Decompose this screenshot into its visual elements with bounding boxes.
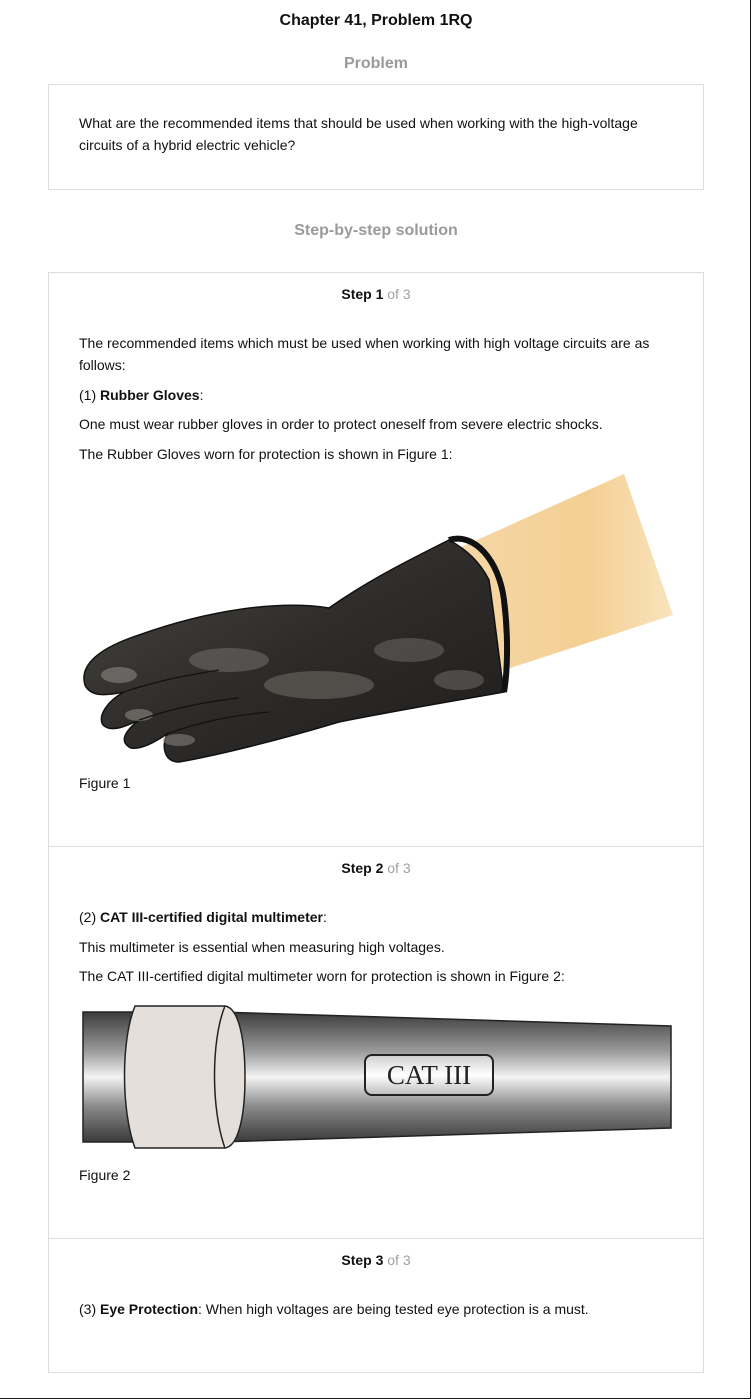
problem-heading: Problem [343, 55, 408, 72]
step-3-item-suffix: : When high voltages are being tested ey… [198, 1301, 589, 1317]
page-title: Chapter 41, Problem 1RQ [279, 12, 473, 29]
step-1-item: (1) Rubber Gloves: [79, 384, 679, 406]
step-2-label: Step 2 [341, 860, 384, 876]
cat-iii-probe-figure: CAT III [82, 1005, 672, 1149]
step-2-item-prefix: (2) [79, 909, 100, 925]
rubber-glove-figure [83, 474, 673, 763]
solution-heading: Step-by-step solution [294, 222, 458, 239]
step-1-header: Step 1 of 3 [0, 286, 752, 302]
figure-1-caption: Figure 1 [79, 775, 131, 791]
figure-2-caption: Figure 2 [79, 1167, 131, 1183]
step-3-item-name: Eye Protection [100, 1301, 199, 1317]
step-3-of: of 3 [387, 1252, 411, 1268]
step-1-of: of 3 [387, 286, 411, 302]
step-3-header: Step 3 of 3 [0, 1252, 752, 1268]
step-2-item-suffix: : [323, 909, 327, 925]
step-3-item-prefix: (3) [79, 1301, 100, 1317]
step-1-line-2: The Rubber Gloves worn for protection is… [79, 446, 453, 462]
step-3-item: (3) Eye Protection: When high voltages a… [79, 1298, 679, 1320]
step-1-intro: The recommended items which must be used… [79, 335, 650, 373]
step-2-line-2: The CAT III-certified digital multimeter… [79, 968, 565, 984]
step-divider-1 [48, 846, 704, 847]
problem-text: What are the recommended items that shou… [79, 115, 638, 153]
step-2-header: Step 2 of 3 [0, 860, 752, 876]
step-3-label: Step 3 [341, 1252, 384, 1268]
figure-2-label: CAT III [387, 1060, 471, 1090]
step-1-item-suffix: : [199, 387, 204, 403]
step-2-item-name: CAT III-certified digital multimeter [100, 909, 323, 925]
step-2-of: of 3 [387, 860, 411, 876]
step-2-line-1: This multimeter is essential when measur… [79, 939, 445, 955]
step-1-item-name: Rubber Gloves [100, 387, 200, 403]
step-2-item: (2) CAT III-certified digital multimeter… [79, 906, 679, 928]
step-1-line-1: One must wear rubber gloves in order to … [79, 416, 603, 432]
step-divider-2 [48, 1238, 704, 1239]
solution-box [48, 272, 704, 1373]
step-1-label: Step 1 [341, 286, 384, 302]
step-1-item-prefix: (1) [79, 387, 100, 403]
